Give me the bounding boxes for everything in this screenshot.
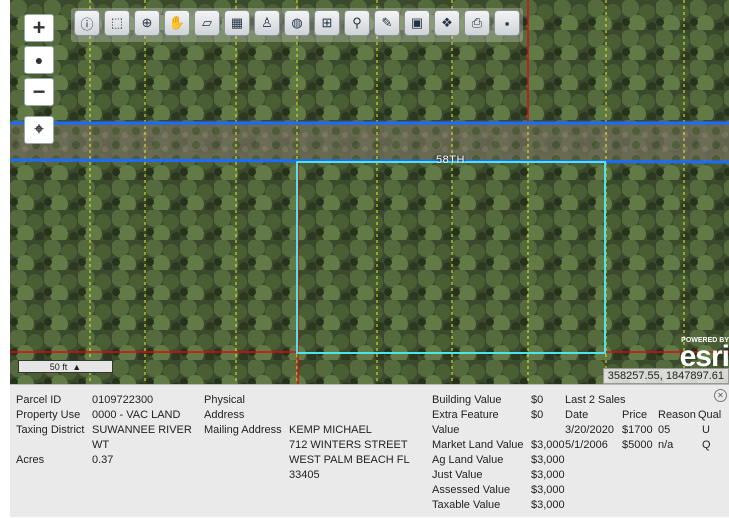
select-area-tool[interactable]: ▦ bbox=[224, 10, 250, 36]
street-view-icon: ♙ bbox=[261, 15, 273, 30]
search-tool[interactable]: ⚲ bbox=[344, 10, 370, 36]
sale-price: $5000 bbox=[622, 439, 653, 451]
globe-icon: ◍ bbox=[291, 15, 303, 30]
valuation-values: $0 $0 $3,000 $3,000 $3,000 $3,000 $3,000 bbox=[531, 393, 565, 513]
market-land-label: Market Land Value bbox=[432, 439, 524, 451]
sales-header-reason: Reason bbox=[658, 409, 696, 421]
building-value: $0 bbox=[531, 394, 544, 406]
zoom-out-button[interactable]: − bbox=[24, 78, 54, 106]
taxing-district-label: Taxing District bbox=[16, 424, 85, 436]
sales-title: Last 2 Sales bbox=[565, 394, 626, 406]
zoom-in-button[interactable]: + bbox=[24, 14, 54, 42]
scale-bar: 50 ft ▲ bbox=[18, 360, 113, 373]
locate-icon: ⌖ bbox=[34, 121, 44, 138]
print-map-icon: ▣ bbox=[410, 15, 424, 30]
layers-icon: ❖ bbox=[441, 15, 453, 30]
owner-zip: 33405 bbox=[289, 469, 320, 481]
valuation-labels: Building Value Extra Feature Value Marke… bbox=[432, 393, 524, 513]
coordinate-readout: 358257.55, 1847897.61 bbox=[602, 368, 729, 384]
globe-icon: ● bbox=[34, 52, 44, 68]
sale-reason: 05 bbox=[658, 424, 671, 436]
mailing-address-label: Mailing Address bbox=[204, 424, 282, 436]
property-use-label: Property Use bbox=[16, 409, 81, 421]
draw-icon: ✎ bbox=[381, 15, 393, 30]
pan-icon: ✋ bbox=[168, 15, 186, 30]
building-value-label: Building Value bbox=[432, 394, 502, 406]
locate-button[interactable]: ⌖ bbox=[24, 116, 54, 144]
sale-reason: n/a bbox=[658, 439, 674, 451]
sale-price: $1700 bbox=[622, 424, 653, 436]
eraser-tool[interactable]: ▱ bbox=[194, 10, 220, 36]
just-value: $3,000 bbox=[531, 469, 565, 481]
owner-city: WEST PALM BEACH FL bbox=[289, 454, 410, 466]
esri-attribution: POWERED BY esri bbox=[679, 337, 729, 373]
close-icon[interactable]: ✕ bbox=[714, 389, 727, 402]
market-land-value: $3,000 bbox=[531, 439, 565, 451]
mailing-address: KEMP MICHAEL 712 WINTERS STREET WEST PAL… bbox=[289, 423, 410, 483]
sale-date: 3/20/2020 bbox=[565, 424, 614, 436]
just-value-label: Just Value bbox=[432, 469, 483, 481]
street-view-tool[interactable]: ♙ bbox=[254, 10, 280, 36]
sales-header-price: Price bbox=[622, 409, 648, 421]
export-map-tool[interactable]: ▣ bbox=[404, 10, 430, 36]
map-toolbar: ⓘ ⬚ ⊕ ✋ ▱ ▦ ♙ ◍ ⊞ ⚲ ✎ ▣ ❖ ⎙ ▪ bbox=[71, 8, 523, 42]
map-view[interactable]: + ● − ⌖ ⓘ ⬚ ⊕ ✋ ▱ ▦ ♙ ◍ ⊞ ⚲ ✎ ▣ ❖ ⎙ ▪ 58… bbox=[10, 0, 729, 384]
sale-qual: U bbox=[702, 424, 710, 436]
taxable-value: $3,000 bbox=[531, 499, 565, 511]
acres-value: 0.37 bbox=[92, 454, 114, 466]
zoom-tool[interactable]: ⊕ bbox=[134, 10, 160, 36]
extra-feature-label: Extra Feature bbox=[432, 409, 499, 421]
select-area-icon: ▦ bbox=[230, 15, 244, 30]
taxing-district-value: SUWANNEE RIVER bbox=[92, 424, 192, 436]
print-icon: ⎙ bbox=[471, 15, 483, 30]
parcel-info-panel: ✕ Parcel ID Property Use Taxing District… bbox=[10, 384, 729, 517]
extra-feature-label-cont: Value bbox=[432, 424, 460, 436]
eraser-icon: ▱ bbox=[202, 15, 212, 30]
extra-feature-value: $0 bbox=[531, 409, 544, 421]
search-icon: ⚲ bbox=[352, 15, 362, 30]
select-icon: ⬚ bbox=[110, 15, 124, 30]
owner-name: KEMP MICHAEL bbox=[289, 424, 372, 436]
taxing-district-value-cont: WT bbox=[92, 439, 110, 451]
sales-header-date: Date bbox=[565, 409, 589, 421]
layers-tool[interactable]: ❖ bbox=[434, 10, 460, 36]
globe-button[interactable]: ● bbox=[24, 46, 54, 74]
identify-tool[interactable]: ⓘ bbox=[74, 10, 100, 36]
esri-logo: esri bbox=[679, 340, 729, 373]
scale-label: 50 ft bbox=[49, 361, 68, 372]
physical-address-label: Physical bbox=[204, 394, 245, 406]
sale-date: 5/1/2006 bbox=[565, 439, 608, 451]
save-tool[interactable]: ▪ bbox=[494, 10, 520, 36]
sales-header-qual: Qual bbox=[698, 409, 722, 421]
ag-land-label: Ag Land Value bbox=[432, 454, 504, 466]
select-tool[interactable]: ⬚ bbox=[104, 10, 130, 36]
street-label: 58TH bbox=[436, 154, 465, 166]
parcel-id-label: Parcel ID bbox=[16, 394, 62, 406]
save-icon: ▪ bbox=[504, 15, 510, 31]
parcel-id-value: 0109722300 bbox=[92, 394, 154, 406]
value-column: 0109722300 0000 - VAC LAND SUWANNEE RIVE… bbox=[92, 393, 192, 468]
measure-tool[interactable]: ⊞ bbox=[314, 10, 340, 36]
taxable-value-label: Taxable Value bbox=[432, 499, 501, 511]
info-icon: ⓘ bbox=[80, 16, 94, 32]
address-label-column: Physical Address Mailing Address bbox=[204, 393, 282, 438]
sale-qual: Q bbox=[702, 439, 711, 451]
print-tool[interactable]: ⎙ bbox=[464, 10, 490, 36]
owner-street: 712 WINTERS STREET bbox=[289, 439, 408, 451]
aerial-imagery bbox=[10, 0, 729, 384]
assessed-value: $3,000 bbox=[531, 484, 565, 496]
physical-address-label-cont: Address bbox=[204, 409, 245, 421]
zoom-in-tool-icon: ⊕ bbox=[141, 15, 153, 30]
pan-tool[interactable]: ✋ bbox=[164, 10, 190, 36]
property-use-value: 0000 - VAC LAND bbox=[92, 409, 181, 421]
measure-icon: ⊞ bbox=[321, 15, 333, 30]
acres-label: Acres bbox=[16, 454, 45, 466]
basemap-tool[interactable]: ◍ bbox=[284, 10, 310, 36]
assessed-value-label: Assessed Value bbox=[432, 484, 511, 496]
draw-tool[interactable]: ✎ bbox=[374, 10, 400, 36]
ag-land-value: $3,000 bbox=[531, 454, 565, 466]
label-column: Parcel ID Property Use Taxing District A… bbox=[16, 393, 84, 468]
scale-arrow-icon: ▲ bbox=[72, 361, 82, 372]
